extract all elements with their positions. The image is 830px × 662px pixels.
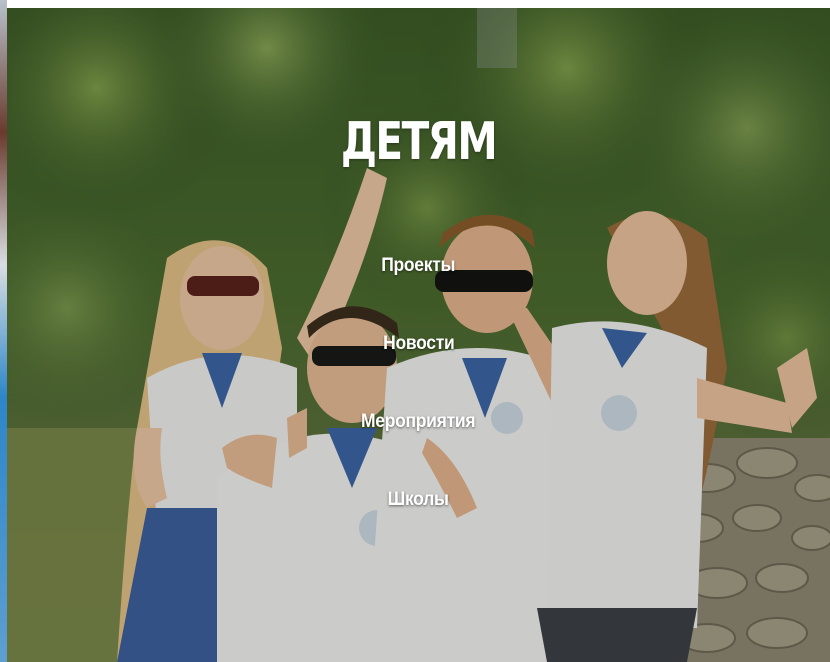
menu-link-schools[interactable]: Школы — [7, 489, 830, 511]
menu-link-projects[interactable]: Проекты — [7, 255, 830, 277]
hero-banner: ДЕТЯМ Проекты Новости Мероприятия Школы — [7, 8, 830, 662]
adjacent-slide-edge — [0, 0, 7, 662]
menu-link-events[interactable]: Мероприятия — [7, 411, 830, 433]
menu-link-events-label: Мероприятия — [361, 411, 476, 432]
section-menu: Проекты Новости Мероприятия Школы — [7, 8, 830, 662]
menu-link-news-label: Новости — [382, 333, 455, 354]
page: ДЕТЯМ Проекты Новости Мероприятия Школы — [0, 0, 830, 662]
menu-link-news[interactable]: Новости — [7, 333, 830, 355]
menu-link-schools-label: Школы — [388, 489, 449, 510]
menu-link-projects-label: Проекты — [381, 255, 456, 276]
